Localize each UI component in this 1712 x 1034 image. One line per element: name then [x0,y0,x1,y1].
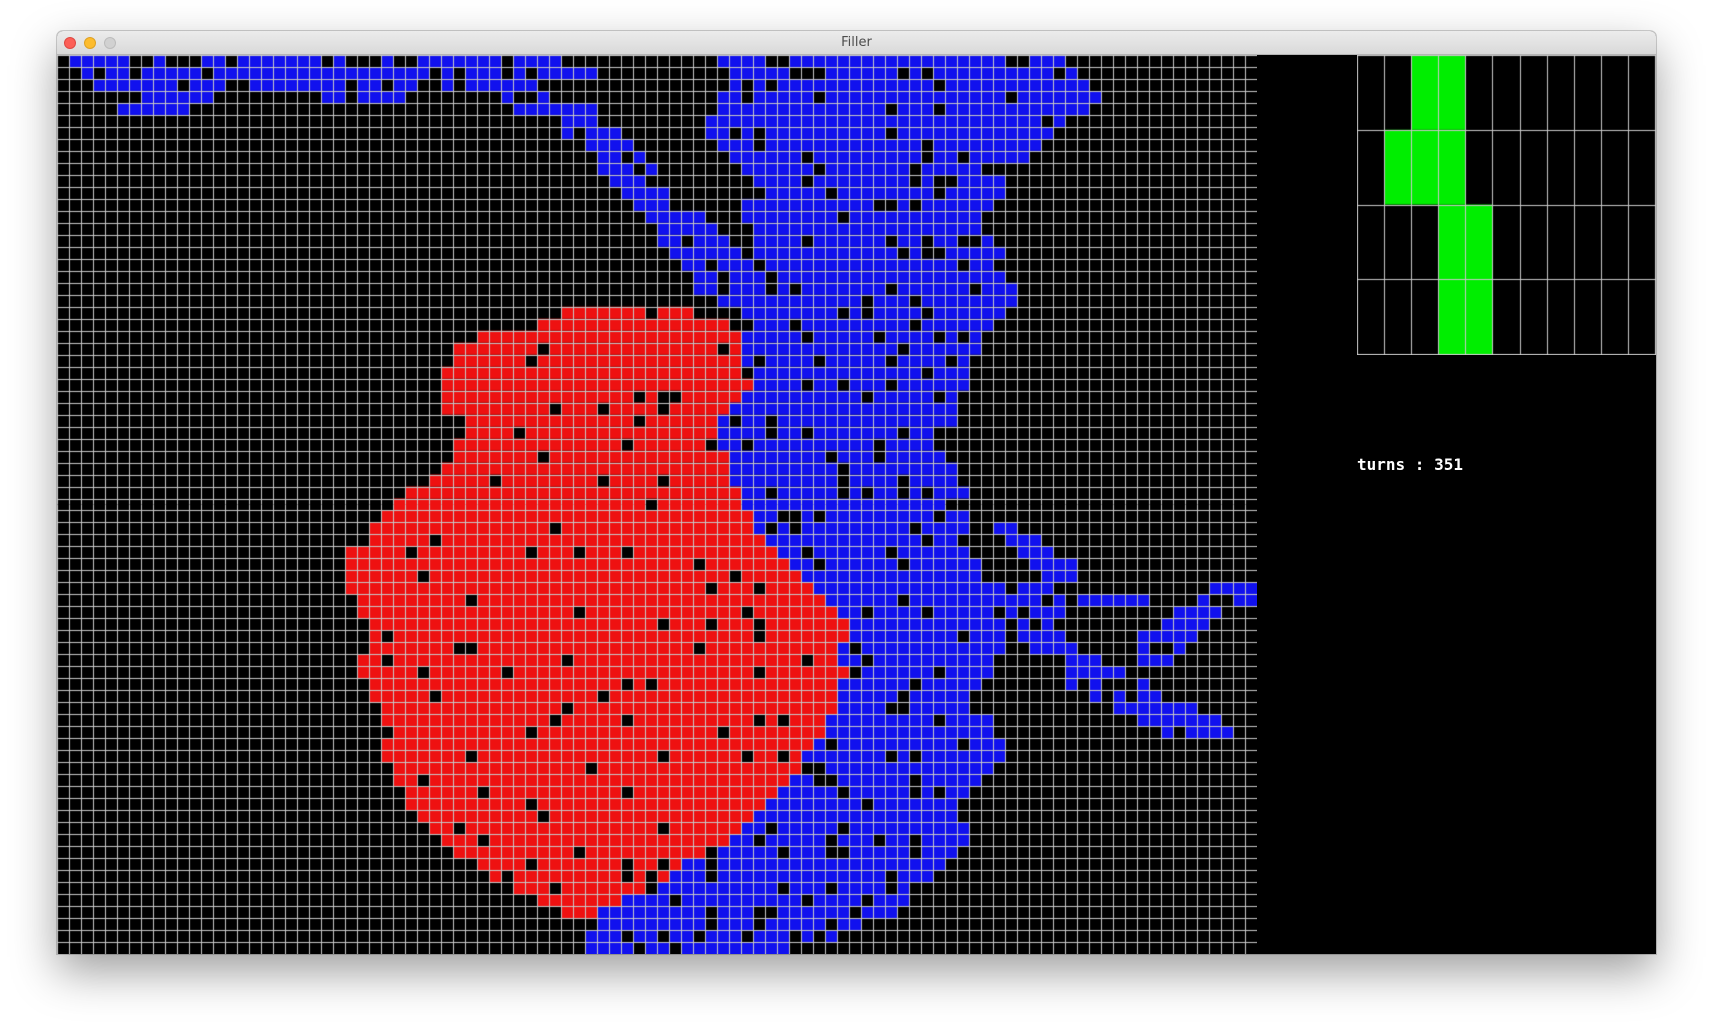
next-piece-preview [1357,55,1656,355]
window-title: Filler [841,35,872,50]
filler-window: Filler turns : 351 [57,31,1656,954]
game-board [57,55,1257,954]
title-bar[interactable]: Filler [57,31,1656,55]
turn-counter: turns : 351 [1357,455,1463,474]
